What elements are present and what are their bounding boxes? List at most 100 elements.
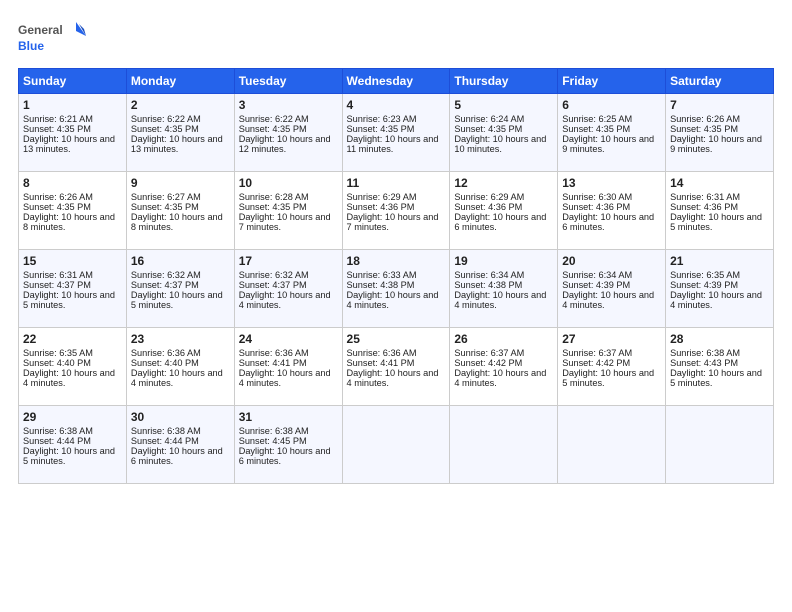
day-info: Sunrise: 6:30 AM	[562, 192, 661, 202]
day-info: Sunset: 4:35 PM	[347, 124, 446, 134]
calendar-cell	[342, 406, 450, 484]
svg-text:Blue: Blue	[18, 39, 44, 53]
calendar-cell: 31Sunrise: 6:38 AMSunset: 4:45 PMDayligh…	[234, 406, 342, 484]
day-info: Sunrise: 6:34 AM	[454, 270, 553, 280]
day-info: Sunset: 4:40 PM	[23, 358, 122, 368]
day-info: Daylight: 10 hours and 8 minutes.	[23, 212, 122, 232]
calendar-cell: 23Sunrise: 6:36 AMSunset: 4:40 PMDayligh…	[126, 328, 234, 406]
calendar-cell: 27Sunrise: 6:37 AMSunset: 4:42 PMDayligh…	[558, 328, 666, 406]
day-info: Daylight: 10 hours and 5 minutes.	[23, 446, 122, 466]
day-info: Sunrise: 6:31 AM	[670, 192, 769, 202]
day-info: Daylight: 10 hours and 6 minutes.	[239, 446, 338, 466]
day-info: Daylight: 10 hours and 6 minutes.	[454, 212, 553, 232]
day-number: 4	[347, 98, 446, 112]
day-info: Sunset: 4:35 PM	[239, 202, 338, 212]
day-info: Sunset: 4:41 PM	[347, 358, 446, 368]
day-info: Sunrise: 6:36 AM	[131, 348, 230, 358]
day-info: Sunrise: 6:37 AM	[454, 348, 553, 358]
calendar-cell	[450, 406, 558, 484]
day-number: 21	[670, 254, 769, 268]
page-header: General Blue	[18, 18, 774, 58]
day-number: 11	[347, 176, 446, 190]
day-number: 29	[23, 410, 122, 424]
day-info: Sunset: 4:35 PM	[23, 202, 122, 212]
calendar-table: SundayMondayTuesdayWednesdayThursdayFrid…	[18, 68, 774, 484]
calendar-cell: 10Sunrise: 6:28 AMSunset: 4:35 PMDayligh…	[234, 172, 342, 250]
calendar-cell: 7Sunrise: 6:26 AMSunset: 4:35 PMDaylight…	[666, 94, 774, 172]
calendar-cell: 19Sunrise: 6:34 AMSunset: 4:38 PMDayligh…	[450, 250, 558, 328]
day-number: 23	[131, 332, 230, 346]
day-info: Sunrise: 6:38 AM	[131, 426, 230, 436]
day-info: Daylight: 10 hours and 9 minutes.	[562, 134, 661, 154]
calendar-cell: 2Sunrise: 6:22 AMSunset: 4:35 PMDaylight…	[126, 94, 234, 172]
calendar-cell: 17Sunrise: 6:32 AMSunset: 4:37 PMDayligh…	[234, 250, 342, 328]
col-header-tuesday: Tuesday	[234, 69, 342, 94]
day-number: 28	[670, 332, 769, 346]
day-info: Sunset: 4:35 PM	[454, 124, 553, 134]
calendar-cell: 26Sunrise: 6:37 AMSunset: 4:42 PMDayligh…	[450, 328, 558, 406]
calendar-cell: 30Sunrise: 6:38 AMSunset: 4:44 PMDayligh…	[126, 406, 234, 484]
calendar-cell: 29 Sunrise: 6:38 AMSunset: 4:44 PMDayligh…	[19, 406, 127, 484]
calendar-cell: 12Sunrise: 6:29 AMSunset: 4:36 PMDayligh…	[450, 172, 558, 250]
day-number: 6	[562, 98, 661, 112]
day-info: Daylight: 10 hours and 7 minutes.	[239, 212, 338, 232]
calendar-cell: 16Sunrise: 6:32 AMSunset: 4:37 PMDayligh…	[126, 250, 234, 328]
day-info: Sunset: 4:35 PM	[239, 124, 338, 134]
day-info: Daylight: 10 hours and 13 minutes.	[23, 134, 122, 154]
day-info: Sunset: 4:37 PM	[239, 280, 338, 290]
calendar-cell: 14Sunrise: 6:31 AMSunset: 4:36 PMDayligh…	[666, 172, 774, 250]
day-info: Sunrise: 6:25 AM	[562, 114, 661, 124]
col-header-thursday: Thursday	[450, 69, 558, 94]
day-number: 2	[131, 98, 230, 112]
col-header-monday: Monday	[126, 69, 234, 94]
day-info: Sunrise: 6:38 AM	[670, 348, 769, 358]
day-info: Sunrise: 6:37 AM	[562, 348, 661, 358]
day-info: Daylight: 10 hours and 4 minutes.	[347, 290, 446, 310]
day-info: Sunset: 4:37 PM	[131, 280, 230, 290]
day-info: Sunrise: 6:26 AM	[23, 192, 122, 202]
day-number: 12	[454, 176, 553, 190]
day-info: Sunset: 4:36 PM	[454, 202, 553, 212]
day-info: Daylight: 10 hours and 12 minutes.	[239, 134, 338, 154]
day-info: Sunrise: 6:24 AM	[454, 114, 553, 124]
day-info: Sunrise: 6:21 AM	[23, 114, 122, 124]
day-info: Daylight: 10 hours and 5 minutes.	[562, 368, 661, 388]
col-header-friday: Friday	[558, 69, 666, 94]
day-info: Sunset: 4:35 PM	[670, 124, 769, 134]
day-number: 3	[239, 98, 338, 112]
calendar-cell: 3 Sunrise: 6:22 AMSunset: 4:35 PMDaylight…	[234, 94, 342, 172]
day-number: 13	[562, 176, 661, 190]
day-number: 10	[239, 176, 338, 190]
calendar-cell: 5Sunrise: 6:24 AMSunset: 4:35 PMDaylight…	[450, 94, 558, 172]
day-number: 14	[670, 176, 769, 190]
general-blue-logo: General Blue	[18, 18, 88, 58]
day-info: Sunset: 4:44 PM	[23, 436, 122, 446]
day-info: Sunset: 4:35 PM	[562, 124, 661, 134]
day-number: 8	[23, 176, 122, 190]
day-info: Sunrise: 6:27 AM	[131, 192, 230, 202]
day-info: Daylight: 10 hours and 6 minutes.	[131, 446, 230, 466]
day-number: 18	[347, 254, 446, 268]
day-info: Sunset: 4:36 PM	[670, 202, 769, 212]
calendar-cell: 4Sunrise: 6:23 AMSunset: 4:35 PMDaylight…	[342, 94, 450, 172]
day-info: Sunset: 4:41 PM	[239, 358, 338, 368]
day-info: Sunset: 4:36 PM	[347, 202, 446, 212]
day-info: Daylight: 10 hours and 11 minutes.	[347, 134, 446, 154]
day-info: Sunset: 4:35 PM	[131, 202, 230, 212]
day-info: Sunrise: 6:29 AM	[347, 192, 446, 202]
day-info: Daylight: 10 hours and 6 minutes.	[562, 212, 661, 232]
day-info: Daylight: 10 hours and 9 minutes.	[670, 134, 769, 154]
day-info: Sunset: 4:35 PM	[131, 124, 230, 134]
day-info: Daylight: 10 hours and 4 minutes.	[670, 290, 769, 310]
day-info: Sunset: 4:36 PM	[562, 202, 661, 212]
calendar-cell: 22Sunrise: 6:35 AMSunset: 4:40 PMDayligh…	[19, 328, 127, 406]
day-info: Sunrise: 6:36 AM	[347, 348, 446, 358]
day-info: Sunrise: 6:32 AM	[131, 270, 230, 280]
day-info: Sunrise: 6:22 AM	[239, 114, 338, 124]
logo: General Blue	[18, 18, 88, 58]
day-number: 5	[454, 98, 553, 112]
calendar-cell: 18Sunrise: 6:33 AMSunset: 4:38 PMDayligh…	[342, 250, 450, 328]
day-info: Sunrise: 6:38 AM	[23, 426, 122, 436]
day-number: 30	[131, 410, 230, 424]
day-number: 20	[562, 254, 661, 268]
